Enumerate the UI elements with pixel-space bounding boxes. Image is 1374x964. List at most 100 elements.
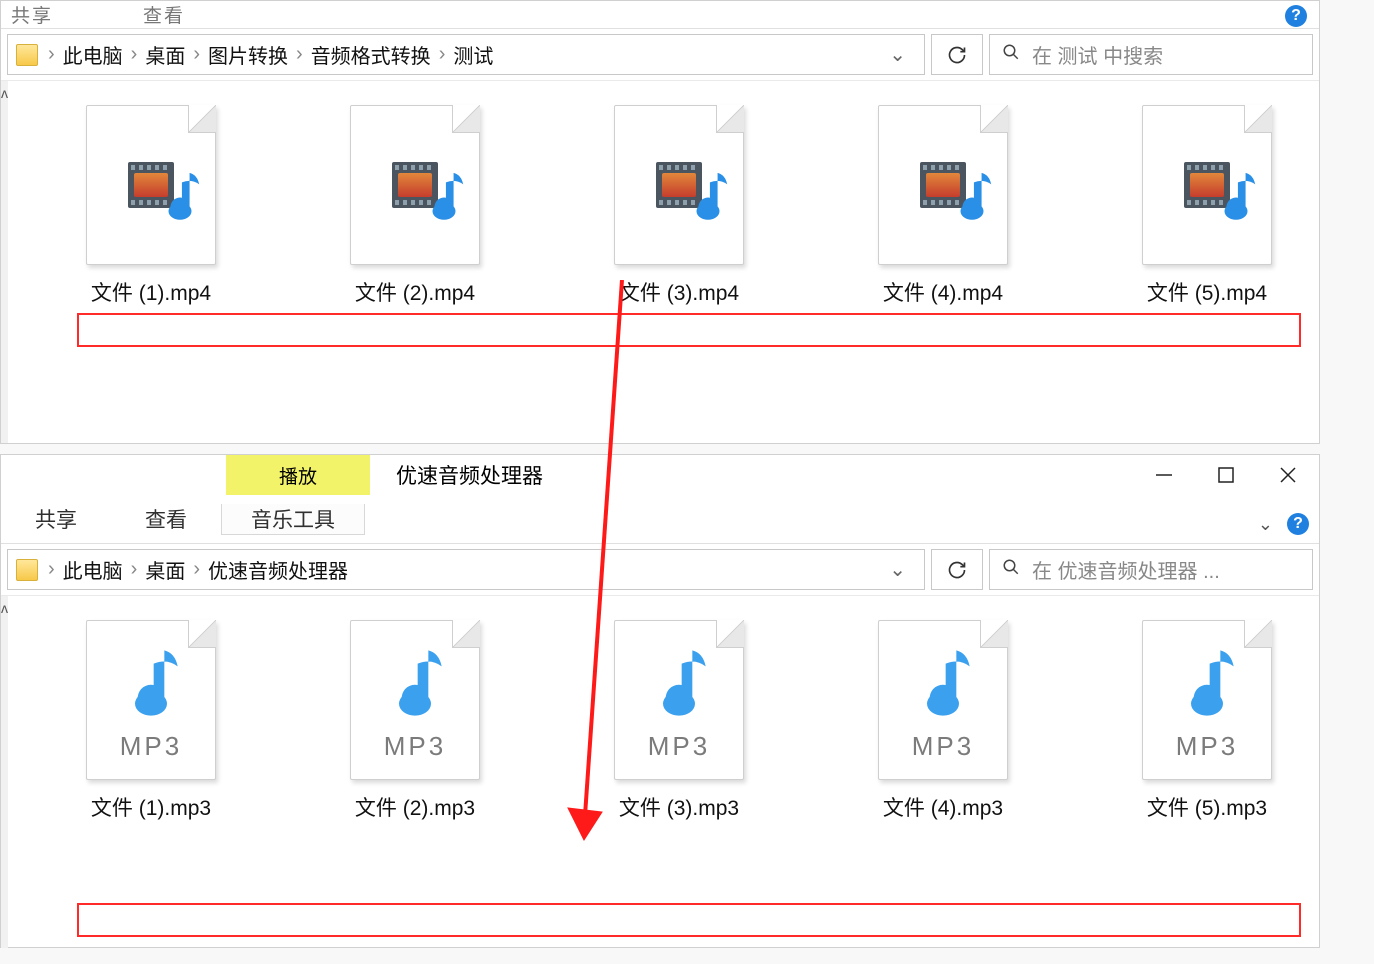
music-note-icon <box>119 645 183 725</box>
crumb-audiofmt[interactable]: 音频格式转换 <box>305 40 437 69</box>
breadcrumb-box[interactable]: › 此电脑 › 桌面 › 优速音频处理器 ⌄ <box>7 549 925 590</box>
ribbon-tab-view[interactable]: 查看 <box>111 504 221 534</box>
mp3-badge: MP3 <box>120 731 182 762</box>
file-label: 文件 (4).mp4 <box>828 277 1058 307</box>
search-box[interactable]: 在 测试 中搜索 <box>989 34 1313 75</box>
file-thumb: MP3 <box>350 620 480 780</box>
minimize-button[interactable] <box>1133 455 1195 495</box>
music-note-icon <box>911 645 975 725</box>
window-title: 优速音频处理器 <box>370 455 1133 495</box>
close-button[interactable] <box>1257 455 1319 495</box>
mp3-badge: MP3 <box>1176 731 1238 762</box>
crumb-imgconv[interactable]: 图片转换 <box>202 40 294 69</box>
breadcrumb-box[interactable]: › 此电脑 › 桌面 › 图片转换 › 音频格式转换 › 测试 ⌄ <box>7 34 925 75</box>
music-note-icon <box>1213 169 1259 229</box>
file-thumb <box>350 105 480 265</box>
search-placeholder: 在 优速音频处理器 ... <box>1032 555 1220 584</box>
mp3-badge: MP3 <box>384 731 446 762</box>
help-icon[interactable]: ? <box>1287 513 1309 535</box>
chevron-right-icon: › <box>191 558 202 581</box>
file-item[interactable]: MP3 文件 (4).mp3 <box>858 620 1028 938</box>
chevron-right-icon: › <box>191 43 202 66</box>
file-label: 文件 (5).mp4 <box>1092 277 1322 307</box>
ribbon-tab-share[interactable]: 共享 <box>1 504 111 534</box>
music-note-icon <box>647 645 711 725</box>
file-grid: 文件 (1).mp4 文件 (2).mp4 <box>8 81 1332 443</box>
file-thumb <box>1142 105 1272 265</box>
file-item[interactable]: MP3 文件 (3).mp3 <box>594 620 764 938</box>
file-thumb <box>614 105 744 265</box>
highlight-box <box>77 313 1301 347</box>
address-bar-row: › 此电脑 › 桌面 › 优速音频处理器 ⌄ 在 优速音频处理器 ... <box>1 544 1319 596</box>
crumb-app[interactable]: 优速音频处理器 <box>202 555 354 584</box>
ribbon-tab-view[interactable]: 查看 <box>143 1 185 28</box>
refresh-button[interactable] <box>931 34 983 75</box>
music-note-icon <box>1175 645 1239 725</box>
chevron-right-icon: › <box>294 43 305 66</box>
file-label: 文件 (2).mp3 <box>300 792 530 822</box>
help-icon[interactable]: ? <box>1285 5 1307 27</box>
chevron-right-icon: › <box>46 43 57 66</box>
close-icon <box>1279 466 1297 484</box>
mp3-badge: MP3 <box>648 731 710 762</box>
crumb-desktop[interactable]: 桌面 <box>139 555 191 584</box>
music-note-icon <box>383 645 447 725</box>
ribbon-cropped: 共享 查看 <box>1 1 1319 29</box>
chevron-right-icon: › <box>129 558 140 581</box>
file-item[interactable]: 文件 (1).mp4 <box>66 105 236 433</box>
chevron-right-icon: › <box>129 43 140 66</box>
explorer-window-source: 共享 查看 ? › 此电脑 › 桌面 › 图片转换 › 音频格式转换 › 测试 … <box>0 0 1320 444</box>
crumb-pc[interactable]: 此电脑 <box>57 555 129 584</box>
crumb-pc[interactable]: 此电脑 <box>57 40 129 69</box>
file-item[interactable]: MP3 文件 (1).mp3 <box>66 620 236 938</box>
file-thumb: MP3 <box>878 620 1008 780</box>
chevron-down-icon[interactable]: ⌄ <box>1258 514 1273 535</box>
refresh-icon <box>947 560 967 580</box>
file-item[interactable]: MP3 文件 (2).mp3 <box>330 620 500 938</box>
file-item[interactable]: MP3 文件 (5).mp3 <box>1122 620 1292 938</box>
chevron-right-icon: › <box>46 558 57 581</box>
contextual-tab-play[interactable]: 播放 <box>226 455 370 495</box>
file-thumb <box>86 105 216 265</box>
file-label: 文件 (3).mp4 <box>564 277 794 307</box>
chevron-right-icon: › <box>437 43 448 66</box>
file-thumb: MP3 <box>1142 620 1272 780</box>
maximize-button[interactable] <box>1195 455 1257 495</box>
search-icon <box>1002 558 1020 582</box>
chevron-down-icon[interactable]: ⌄ <box>879 42 916 67</box>
file-label: 文件 (2).mp4 <box>300 277 530 307</box>
scrollbar-up-icon[interactable]: ʌ <box>1 81 8 443</box>
folder-icon <box>16 559 38 581</box>
minimize-icon <box>1155 466 1173 484</box>
scrollbar-up-icon[interactable]: ʌ <box>1 596 8 948</box>
music-note-icon <box>949 169 995 229</box>
chevron-down-icon[interactable]: ⌄ <box>879 557 916 582</box>
mp3-badge: MP3 <box>912 731 974 762</box>
refresh-icon <box>947 45 967 65</box>
crumb-test[interactable]: 测试 <box>447 40 499 69</box>
search-box[interactable]: 在 优速音频处理器 ... <box>989 549 1313 590</box>
ribbon-tab-share[interactable]: 共享 <box>11 1 53 28</box>
ribbon-tab-music-tools[interactable]: 音乐工具 <box>221 504 365 535</box>
file-thumb: MP3 <box>86 620 216 780</box>
file-label: 文件 (1).mp4 <box>36 277 266 307</box>
music-note-icon <box>421 169 467 229</box>
file-item[interactable]: 文件 (4).mp4 <box>858 105 1028 433</box>
address-bar-row: › 此电脑 › 桌面 › 图片转换 › 音频格式转换 › 测试 ⌄ 在 测试 中… <box>1 29 1319 81</box>
file-label: 文件 (4).mp3 <box>828 792 1058 822</box>
file-item[interactable]: 文件 (5).mp4 <box>1122 105 1292 433</box>
maximize-icon <box>1218 467 1234 483</box>
folder-icon <box>16 44 38 66</box>
explorer-window-target: 播放 优速音频处理器 共享 查看 音乐工具 ⌄ ? › 此电脑 › <box>0 454 1320 948</box>
search-placeholder: 在 测试 中搜索 <box>1032 40 1163 69</box>
file-item[interactable]: 文件 (2).mp4 <box>330 105 500 433</box>
file-label: 文件 (5).mp3 <box>1092 792 1322 822</box>
file-grid: MP3 文件 (1).mp3 MP3 文件 (2).mp3 MP3 文件 (3)… <box>8 596 1332 948</box>
file-item[interactable]: 文件 (3).mp4 <box>594 105 764 433</box>
crumb-desktop[interactable]: 桌面 <box>139 40 191 69</box>
file-thumb <box>878 105 1008 265</box>
refresh-button[interactable] <box>931 549 983 590</box>
search-icon <box>1002 43 1020 67</box>
highlight-box <box>77 903 1301 937</box>
file-label: 文件 (3).mp3 <box>564 792 794 822</box>
